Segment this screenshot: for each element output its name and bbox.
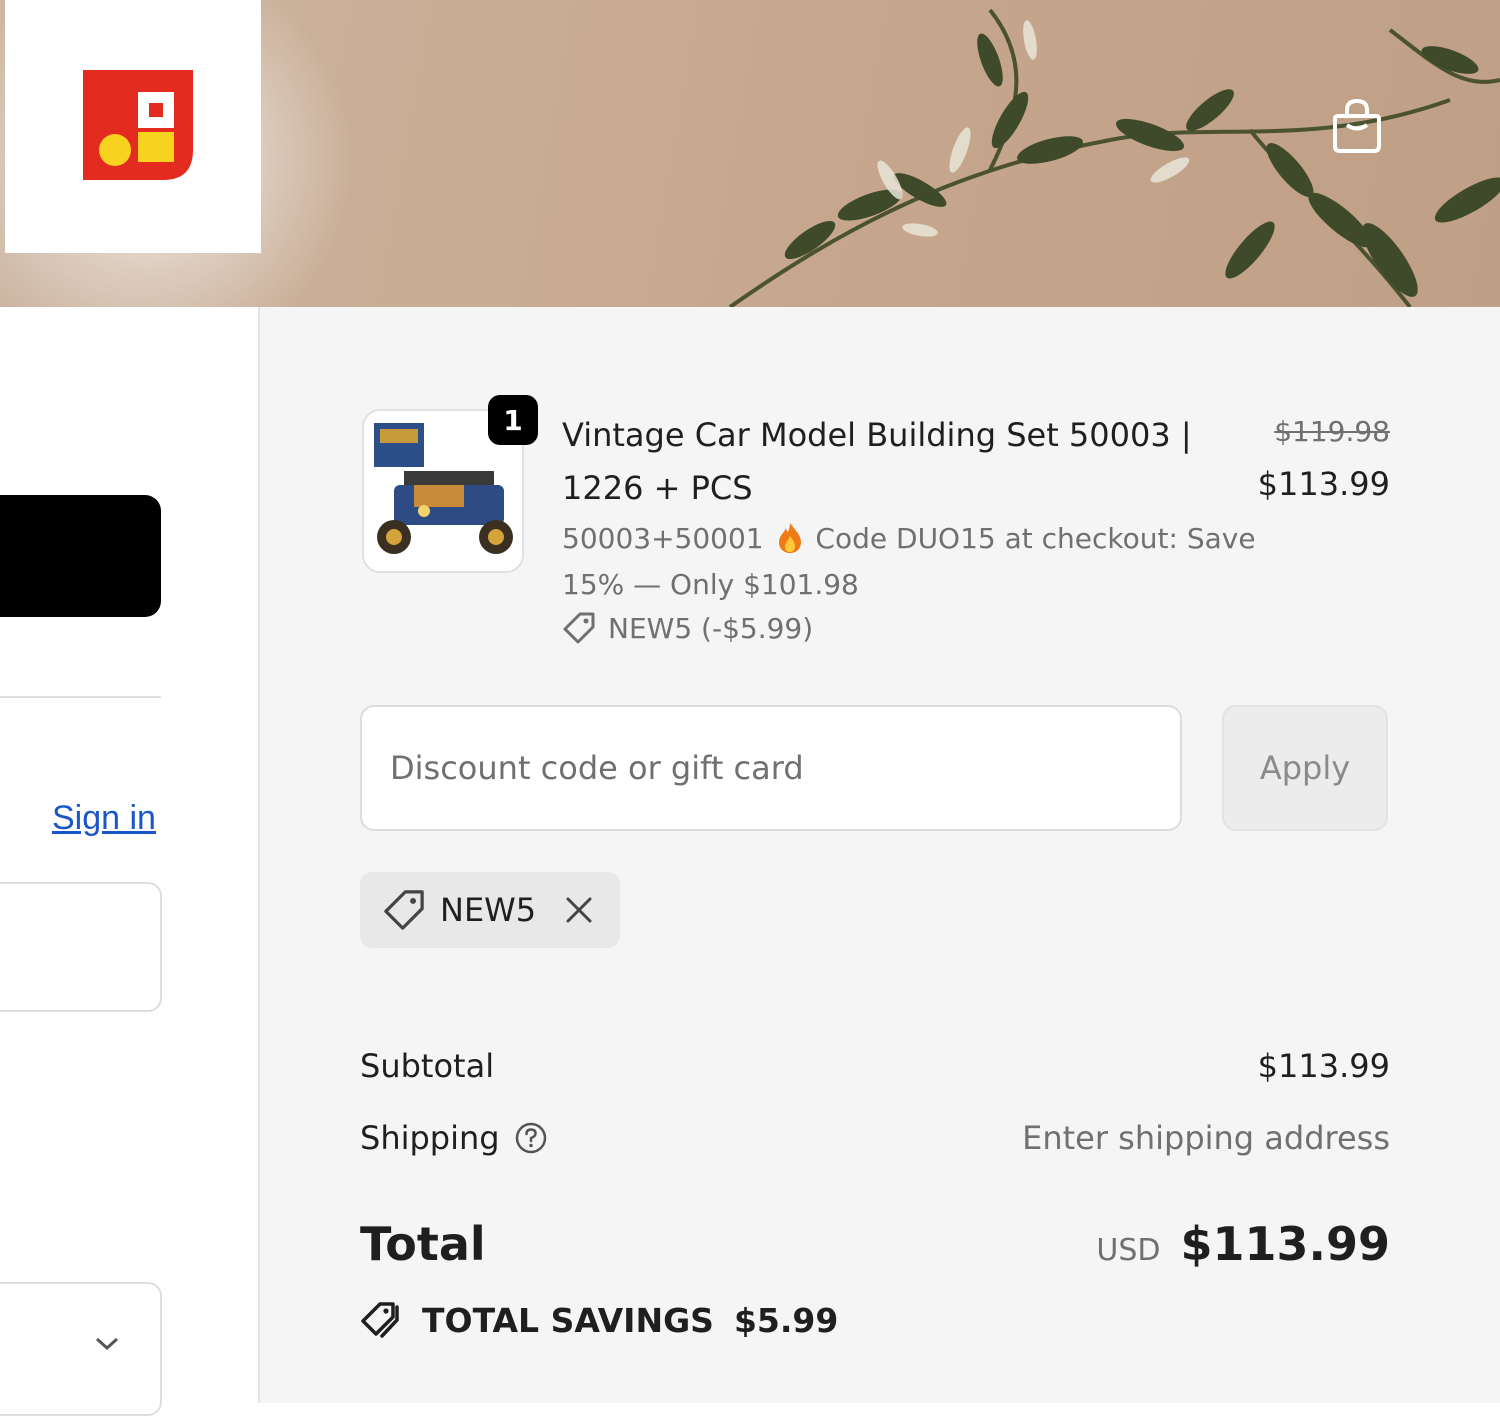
total-savings: TOTAL SAVINGS $5.99 [360, 1299, 838, 1341]
shopping-bag-icon [1333, 98, 1381, 153]
chevron-down-icon [95, 1337, 119, 1351]
sign-in-link[interactable]: Sign in [52, 799, 156, 838]
savings-label: TOTAL SAVINGS [422, 1300, 714, 1340]
tag-icon [384, 890, 424, 930]
question-circle-icon[interactable] [514, 1121, 548, 1155]
savings-amount: $5.99 [733, 1300, 839, 1340]
country-select[interactable] [0, 1282, 162, 1416]
apply-button[interactable]: Apply [1222, 705, 1388, 831]
product-title: Vintage Car Model Building Set 50003 | 1… [562, 416, 1192, 507]
quantity-badge: 1 [488, 395, 538, 445]
email-field[interactable] [0, 882, 162, 1012]
fire-emoji-icon [778, 523, 801, 553]
original-price: $119.98 [1274, 415, 1390, 448]
product-variant: 50003+50001 Code DUO15 at checkout: Save… [562, 516, 1262, 608]
item-discount: NEW5 (-$5.99) [562, 611, 813, 645]
currency-code: USD [1096, 1233, 1161, 1268]
item-discount-text: NEW5 (-$5.99) [608, 611, 814, 645]
brand-logo-icon [83, 70, 193, 180]
discount-code-input[interactable] [360, 705, 1182, 831]
shipping-row-label: Shipping [360, 1119, 548, 1157]
logo-container[interactable] [5, 0, 261, 253]
cart-button[interactable] [1326, 95, 1388, 157]
divider [0, 696, 161, 698]
applied-discount-chip: NEW5 [360, 872, 621, 948]
header-banner [0, 0, 1500, 307]
shipping-label: Shipping [360, 1119, 500, 1157]
total-amount: $113.99 [1180, 1217, 1390, 1271]
tag-icon [563, 612, 595, 644]
tags-icon [361, 1302, 399, 1338]
total-value-group: USD $113.99 [1096, 1217, 1390, 1271]
applied-code: NEW5 [440, 891, 537, 929]
shipping-value: Enter shipping address [1022, 1119, 1390, 1157]
item-price: $113.99 [1257, 465, 1390, 503]
subtotal-value: $113.99 [1257, 1047, 1390, 1085]
variant-code: 50003+50001 [562, 522, 764, 555]
total-label: Total [360, 1217, 486, 1271]
remove-discount-button[interactable] [564, 895, 594, 925]
checkout-form-column: Sign in [0, 307, 258, 1416]
close-icon [566, 897, 592, 923]
express-checkout-button[interactable] [0, 495, 161, 617]
subtotal-label: Subtotal [360, 1047, 495, 1085]
order-summary: 1 Vintage Car Model Building Set 50003 |… [258, 307, 1500, 1403]
